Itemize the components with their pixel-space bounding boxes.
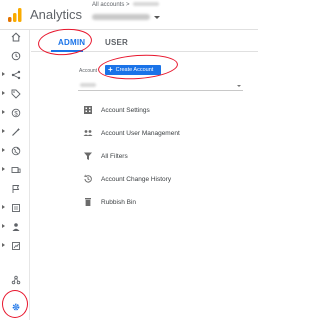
menu-all-filters[interactable]: All Filters <box>83 148 243 164</box>
pages-icon[interactable] <box>11 203 21 213</box>
expand-arrow-icon[interactable] <box>2 129 5 133</box>
nav-realtime[interactable] <box>0 49 30 63</box>
dollar-icon[interactable]: $ <box>11 108 21 118</box>
magic-icon[interactable] <box>11 127 21 137</box>
nav-admin[interactable] <box>0 300 30 314</box>
accounts-breadcrumb-label[interactable]: All accounts > <box>92 2 130 8</box>
expand-arrow-icon[interactable] <box>2 205 5 209</box>
plus-icon[interactable]: + <box>108 66 113 74</box>
caret-down-icon[interactable] <box>237 85 241 87</box>
redacted-account-name <box>133 2 160 7</box>
nav-pages[interactable] <box>0 201 30 215</box>
history-icon <box>83 174 92 183</box>
menu-label[interactable]: Account Change History <box>101 176 171 183</box>
expand-arrow-icon[interactable] <box>2 148 5 152</box>
redacted-account-value <box>80 83 96 87</box>
share-icon[interactable] <box>11 275 21 285</box>
caret-down-icon[interactable] <box>154 15 160 19</box>
bin-icon <box>85 198 91 206</box>
person-icon[interactable] <box>11 222 21 232</box>
left-navigation: $ <box>0 30 30 320</box>
expand-arrow-icon[interactable] <box>2 110 5 114</box>
analytics-logo-icon[interactable] <box>8 8 22 22</box>
redacted-property-name <box>92 14 150 20</box>
clock-icon[interactable] <box>11 51 21 61</box>
device-icon[interactable] <box>11 165 21 175</box>
nav-audience[interactable] <box>0 144 30 158</box>
nav-attribution[interactable] <box>0 273 30 287</box>
active-tab-indicator <box>51 50 83 52</box>
globe-icon[interactable] <box>11 146 21 156</box>
create-account-button[interactable]: + Create Account <box>105 65 161 75</box>
flag-icon[interactable] <box>11 184 21 194</box>
expand-arrow-icon[interactable] <box>2 91 5 95</box>
menu-label[interactable]: All Filters <box>101 153 128 160</box>
people-icon <box>83 130 93 136</box>
home-icon[interactable] <box>11 32 21 42</box>
nav-technology[interactable] <box>0 163 30 177</box>
menu-rubbish-bin[interactable]: Rubbish Bin <box>83 194 243 210</box>
expand-arrow-icon[interactable] <box>2 72 5 76</box>
expand-arrow-icon[interactable] <box>2 224 5 228</box>
menu-account-settings[interactable]: Account Settings <box>83 102 243 118</box>
nav-behaviour[interactable] <box>0 87 30 101</box>
menu-account-change-history[interactable]: Account Change History <box>83 171 243 187</box>
filter-icon <box>84 152 92 160</box>
accounts-breadcrumb[interactable]: All accounts > <box>92 2 160 8</box>
app-title: Analytics <box>30 7 83 22</box>
account-dropdown[interactable] <box>78 81 243 91</box>
explore-icon[interactable] <box>11 241 21 251</box>
tab-bar: ADMIN USER <box>31 30 258 52</box>
top-header: Analytics All accounts > <box>0 0 258 30</box>
building-icon <box>84 106 92 114</box>
menu-label[interactable]: Account User Management <box>101 130 180 137</box>
expand-arrow-icon[interactable] <box>2 243 5 247</box>
tag-icon[interactable] <box>11 89 21 99</box>
nav-home[interactable] <box>0 30 30 44</box>
expand-arrow-icon[interactable] <box>2 167 5 171</box>
property-selector[interactable] <box>92 13 160 21</box>
menu-label[interactable]: Rubbish Bin <box>101 199 136 206</box>
menu-account-user-management[interactable]: Account User Management <box>83 125 243 141</box>
nav-users[interactable] <box>0 220 30 234</box>
admin-panel: ADMIN USER Account + Create Account Acco… <box>31 30 258 320</box>
account-label: Account <box>79 68 98 74</box>
create-account-label[interactable]: Create Account <box>116 67 154 73</box>
menu-label[interactable]: Account Settings <box>101 107 150 114</box>
nav-explore[interactable] <box>0 239 30 253</box>
nav-conversions[interactable]: $ <box>0 106 30 120</box>
tab-user[interactable]: USER <box>105 38 128 47</box>
nav-customisation[interactable] <box>0 125 30 139</box>
acquisition-icon[interactable] <box>11 70 21 80</box>
nav-acquisition[interactable] <box>0 68 30 82</box>
admin-gear-icon[interactable] <box>11 302 21 312</box>
tab-admin[interactable]: ADMIN <box>58 38 85 47</box>
nav-events[interactable] <box>0 182 30 196</box>
